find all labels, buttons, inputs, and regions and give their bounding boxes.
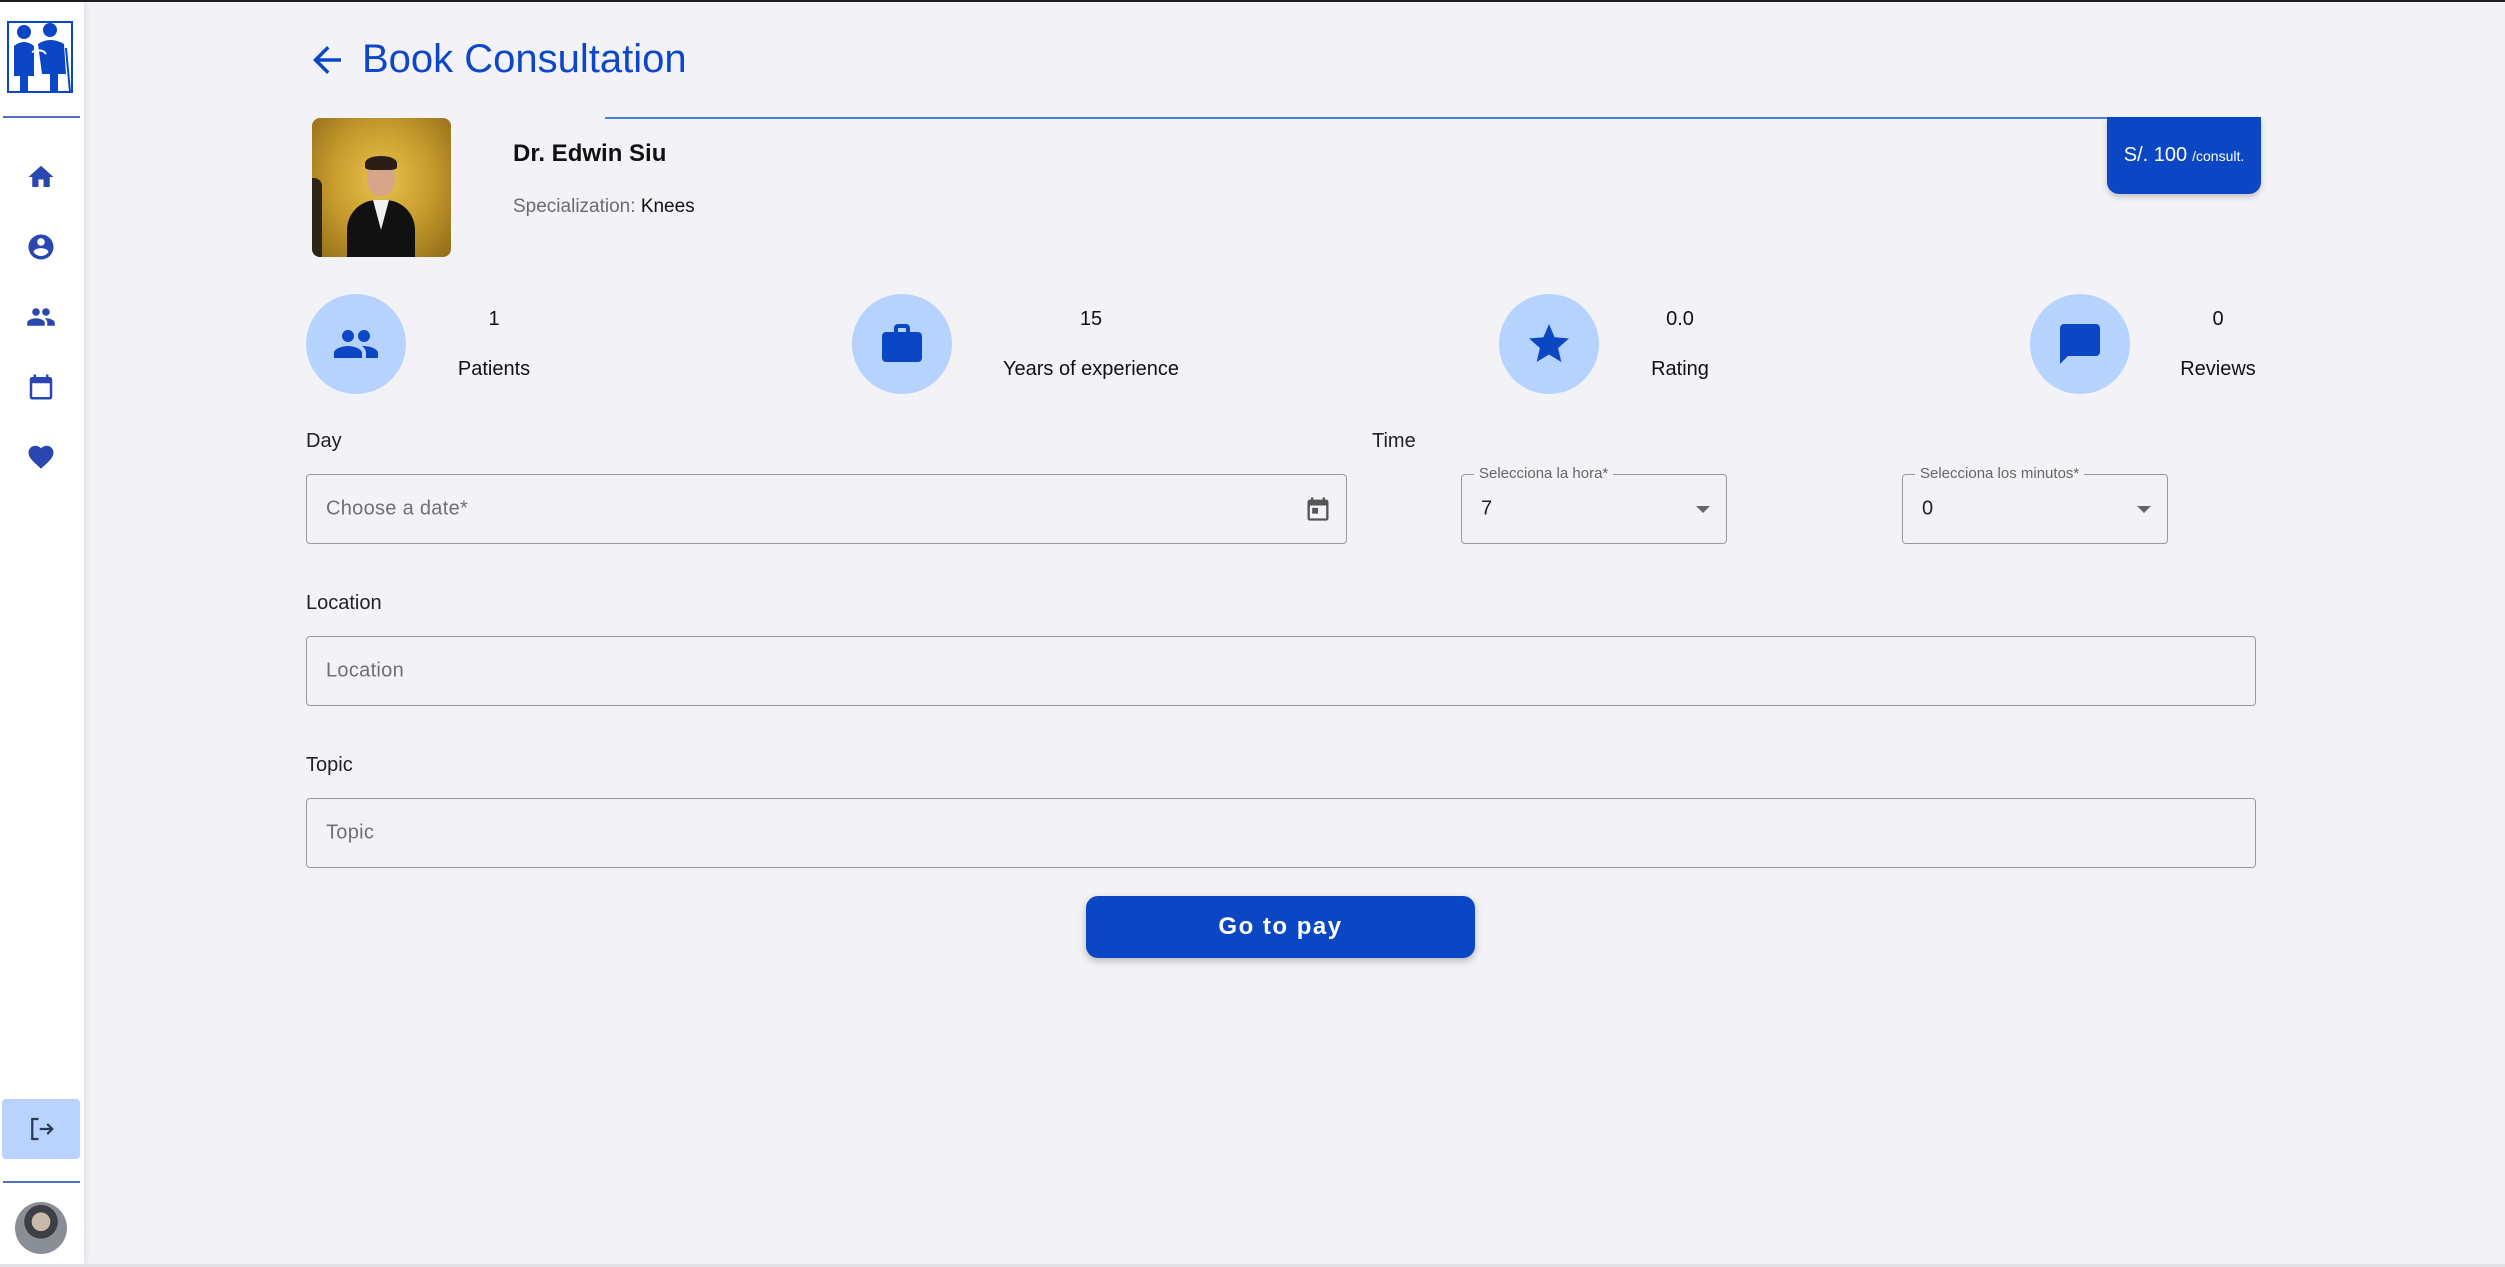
- heart-icon: [28, 445, 54, 469]
- page-title: Book Consultation: [362, 37, 687, 81]
- price-unit: /consult.: [2192, 147, 2245, 164]
- sidebar-item-home[interactable]: [24, 160, 58, 194]
- doctor-specialization: Specialization: Knees: [513, 196, 695, 218]
- reviews-label: Reviews: [2180, 358, 2256, 380]
- topic-input[interactable]: Topic: [306, 798, 2256, 868]
- go-to-pay-button[interactable]: Go to pay: [1086, 896, 1475, 958]
- app-logo: [6, 18, 74, 96]
- experience-label: Years of experience: [1002, 358, 1180, 380]
- location-placeholder: Location: [326, 659, 405, 682]
- topic-label: Topic: [306, 754, 353, 776]
- star-icon: [1529, 324, 1569, 362]
- sidebar-item-calendar[interactable]: [24, 370, 58, 404]
- minutes-select[interactable]: Selecciona los minutos* 0: [1902, 465, 2168, 544]
- arrow-back-icon: [313, 46, 341, 74]
- sidebar-item-profile[interactable]: [24, 230, 58, 264]
- dropdown-caret-icon: [2137, 506, 2151, 513]
- calendar-icon[interactable]: [1304, 495, 1332, 523]
- price-badge: S/. 100 /consult.: [2107, 117, 2261, 194]
- price-amount: S/. 100: [2123, 144, 2188, 166]
- card-header-line: [605, 117, 2260, 119]
- rating-label: Rating: [1651, 358, 1709, 380]
- logout-icon: [31, 1117, 54, 1141]
- location-label: Location: [306, 592, 382, 614]
- account-circle-icon: [28, 234, 54, 260]
- sidebar-divider: [3, 116, 80, 118]
- doctor-name: Dr. Edwin Siu: [513, 140, 667, 167]
- back-button[interactable]: [306, 39, 348, 81]
- window-top-border: [0, 0, 2505, 2]
- reviews-count: 0: [2212, 308, 2224, 330]
- briefcase-icon: [882, 324, 922, 362]
- patients-stat-circle: [306, 294, 406, 394]
- dropdown-caret-icon: [1696, 506, 1710, 513]
- time-label: Time: [1372, 430, 1416, 452]
- date-field[interactable]: Choose a date*: [306, 474, 1347, 544]
- sidebar-item-doctors[interactable]: [24, 300, 58, 334]
- date-placeholder: Choose a date*: [326, 497, 469, 520]
- sidebar: [0, 2, 85, 1264]
- patients-label: Patients: [457, 358, 531, 380]
- specialization-label: Specialization:: [513, 196, 636, 217]
- rating-stat-circle: [1499, 294, 1599, 394]
- calendar-icon: [29, 374, 53, 400]
- chat-icon: [2060, 324, 2100, 364]
- reviews-stat-circle: [2030, 294, 2130, 394]
- home-icon: [28, 165, 54, 187]
- specialization-value: Knees: [640, 196, 695, 217]
- sidebar-divider: [3, 1181, 80, 1183]
- sidebar-item-favorites[interactable]: [24, 440, 58, 474]
- experience-stat-circle: [852, 294, 952, 394]
- hour-select-label: Selecciona la hora*: [1474, 465, 1614, 482]
- hour-select[interactable]: Selecciona la hora* 7: [1461, 465, 1727, 544]
- logout-button[interactable]: [2, 1099, 80, 1159]
- minutes-select-value: 0: [1922, 497, 1934, 520]
- avatar[interactable]: [15, 1202, 67, 1254]
- people-icon: [27, 308, 55, 326]
- people-icon: [334, 330, 378, 358]
- topic-placeholder: Topic: [326, 821, 375, 844]
- experience-years: 15: [1079, 308, 1103, 330]
- doctor-photo: [312, 118, 451, 257]
- day-label: Day: [306, 430, 342, 452]
- location-input[interactable]: Location: [306, 636, 2256, 706]
- rating-value: 0.0: [1666, 308, 1694, 330]
- minutes-select-label: Selecciona los minutos*: [1915, 465, 2085, 482]
- patients-count: 1: [488, 308, 500, 330]
- hour-select-value: 7: [1481, 497, 1493, 520]
